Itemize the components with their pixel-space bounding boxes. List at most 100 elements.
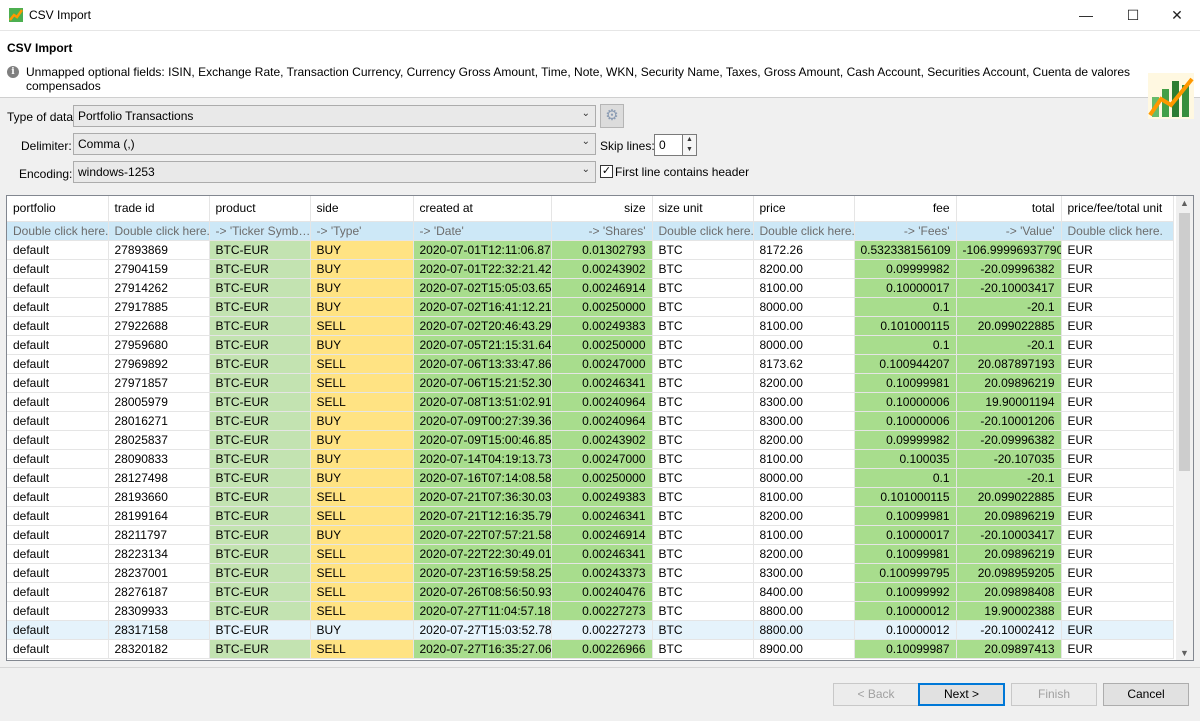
table-cell: EUR (1061, 525, 1174, 545)
close-button[interactable]: ✕ (1154, 0, 1200, 31)
column-mapping-cell[interactable]: Double click here. (753, 221, 855, 241)
unmapped-fields-message: Unmapped optional fields: ISIN, Exchange… (26, 65, 1131, 93)
table-cell: 0.10000012 (854, 620, 957, 640)
table-cell: 0.10000017 (854, 278, 957, 298)
table-row[interactable]: default 28025837 BTC-EUR BUY 2020-07-09T15:0… (7, 430, 1174, 450)
column-header[interactable]: side (310, 196, 414, 222)
column-mapping-cell[interactable]: Double click here. (652, 221, 754, 241)
table-row[interactable]: default 28199164 BTC-EUR SELL 2020-07-21T12:… (7, 506, 1174, 526)
column-header[interactable]: price (753, 196, 855, 222)
window-title-bar: CSV Import — ☐ ✕ (0, 0, 1200, 31)
table-cell: 28237001 (108, 563, 210, 583)
table-row[interactable]: default 28127498 BTC-EUR BUY 2020-07-16T07:1… (7, 468, 1174, 488)
column-mapping-cell[interactable]: Double click here. (7, 221, 109, 241)
table-row[interactable]: default 28276187 BTC-EUR SELL 2020-07-26T08:… (7, 582, 1174, 602)
column-header[interactable]: price/fee/total unit (1061, 196, 1174, 222)
scroll-down-icon[interactable]: ▼ (1176, 648, 1193, 658)
table-row[interactable]: default 27914262 BTC-EUR BUY 2020-07-02T15:0… (7, 278, 1174, 298)
chevron-up-icon[interactable]: ▲ (683, 135, 696, 145)
cancel-button[interactable]: Cancel (1103, 683, 1189, 706)
column-mapping-cell[interactable]: -> 'Fees' (854, 221, 957, 241)
table-cell: 28276187 (108, 582, 210, 602)
table-cell: -20.10001206 (956, 411, 1062, 431)
skip-lines-input[interactable]: 0 (654, 134, 683, 156)
table-row[interactable]: default 28237001 BTC-EUR SELL 2020-07-23T16:… (7, 563, 1174, 583)
column-header[interactable]: created at (413, 196, 552, 222)
column-mapping-row[interactable]: Double click here. Double click here. -> '… (7, 221, 1174, 241)
column-header[interactable]: total (956, 196, 1062, 222)
table-row[interactable]: default 28090833 BTC-EUR BUY 2020-07-14T04:1… (7, 449, 1174, 469)
chevron-down-icon[interactable]: ▼ (683, 145, 696, 155)
column-mapping-cell[interactable]: -> 'Ticker Symb… (209, 221, 311, 241)
column-mapping-cell[interactable]: Double click here. (1061, 221, 1174, 241)
encoding-select[interactable]: windows-1253 ⌄ (73, 161, 596, 183)
column-header[interactable]: portfolio (7, 196, 109, 222)
table-cell: 2020-07-09T15:00:46.852Z (413, 430, 552, 450)
table-cell: 8200.00 (753, 259, 855, 279)
column-mapping-cell[interactable]: Double click here. (108, 221, 210, 241)
table-cell: 8900.00 (753, 639, 855, 659)
table-cell: 0.101000115 (854, 316, 957, 336)
table-cell: EUR (1061, 544, 1174, 564)
table-cell: 2020-07-02T16:41:12.213Z (413, 297, 552, 317)
table-row[interactable]: default 28211797 BTC-EUR BUY 2020-07-22T07:5… (7, 525, 1174, 545)
table-row[interactable]: default 27904159 BTC-EUR BUY 2020-07-01T22:3… (7, 259, 1174, 279)
table-cell: BTC-EUR (209, 582, 311, 602)
preview-table[interactable]: portfolio trade id product side created at si… (6, 195, 1194, 661)
skip-lines-spinner[interactable]: ▲ ▼ (682, 134, 697, 156)
table-cell: EUR (1061, 582, 1174, 602)
vertical-scrollbar[interactable]: ▲ ▼ (1176, 196, 1193, 660)
delimiter-select[interactable]: Comma (,) ⌄ (73, 133, 596, 155)
table-cell: -20.1 (956, 468, 1062, 488)
table-cell: 8300.00 (753, 563, 855, 583)
table-row[interactable]: default 27959680 BTC-EUR BUY 2020-07-05T21:1… (7, 335, 1174, 355)
table-cell: 20.09897413 (956, 639, 1062, 659)
table-cell: BTC-EUR (209, 354, 311, 374)
column-header[interactable]: size (551, 196, 653, 222)
table-cell: 0.10099992 (854, 582, 957, 602)
finish-button[interactable]: Finish (1011, 683, 1097, 706)
minimize-button[interactable]: — (1063, 0, 1109, 31)
column-header[interactable]: size unit (652, 196, 754, 222)
table-cell: 0.00246341 (551, 506, 653, 526)
gear-icon[interactable]: ⚙ (600, 104, 624, 128)
table-row[interactable]: default 28223134 BTC-EUR SELL 2020-07-22T22:… (7, 544, 1174, 564)
table-cell: default (7, 563, 109, 583)
table-row[interactable]: default 28193660 BTC-EUR SELL 2020-07-21T07:… (7, 487, 1174, 507)
maximize-button[interactable]: ☐ (1110, 0, 1156, 31)
table-cell: BTC-EUR (209, 278, 311, 298)
table-row[interactable]: default 27969892 BTC-EUR SELL 2020-07-06T13:… (7, 354, 1174, 374)
table-row[interactable]: default 27971857 BTC-EUR SELL 2020-07-06T15:… (7, 373, 1174, 393)
table-row[interactable]: default 28320182 BTC-EUR SELL 2020-07-27T16:… (7, 639, 1174, 659)
column-header[interactable]: trade id (108, 196, 210, 222)
next-button[interactable]: Next > (918, 683, 1005, 706)
type-of-data-select[interactable]: Portfolio Transactions ⌄ (73, 105, 596, 127)
table-cell: BUY (310, 430, 414, 450)
table-row[interactable]: default 27893869 BTC-EUR BUY 2020-07-01T12:1… (7, 240, 1174, 260)
table-row[interactable]: default 27917885 BTC-EUR BUY 2020-07-02T16:4… (7, 297, 1174, 317)
scroll-up-icon[interactable]: ▲ (1176, 198, 1193, 208)
table-cell: 0.1 (854, 468, 957, 488)
column-header[interactable]: fee (854, 196, 957, 222)
table-row[interactable]: default 28016271 BTC-EUR BUY 2020-07-09T00:2… (7, 411, 1174, 431)
back-button[interactable]: < Back (833, 683, 919, 706)
type-of-data-value: Portfolio Transactions (78, 109, 194, 123)
column-mapping-cell[interactable]: -> 'Value' (956, 221, 1062, 241)
table-cell: 8300.00 (753, 411, 855, 431)
table-row[interactable]: default 28005979 BTC-EUR SELL 2020-07-08T13:… (7, 392, 1174, 412)
table-row[interactable]: default 27922688 BTC-EUR SELL 2020-07-02T20:… (7, 316, 1174, 336)
column-header[interactable]: product (209, 196, 311, 222)
page-title: CSV Import (7, 41, 73, 55)
table-cell: SELL (310, 639, 414, 659)
table-cell: 2020-07-02T15:05:03.659Z (413, 278, 552, 298)
app-logo-icon (9, 8, 23, 22)
table-row[interactable]: default 28317158 BTC-EUR BUY 2020-07-27T15:0… (7, 620, 1174, 640)
column-mapping-cell[interactable]: -> 'Type' (310, 221, 414, 241)
column-mapping-cell[interactable]: -> 'Date' (413, 221, 552, 241)
table-row[interactable]: default 28309933 BTC-EUR SELL 2020-07-27T11:… (7, 601, 1174, 621)
header-checkbox[interactable]: ✓ (600, 165, 613, 178)
column-mapping-cell[interactable]: -> 'Shares' (551, 221, 653, 241)
table-cell: 28317158 (108, 620, 210, 640)
table-cell: 28193660 (108, 487, 210, 507)
scrollbar-thumb[interactable] (1179, 213, 1190, 471)
